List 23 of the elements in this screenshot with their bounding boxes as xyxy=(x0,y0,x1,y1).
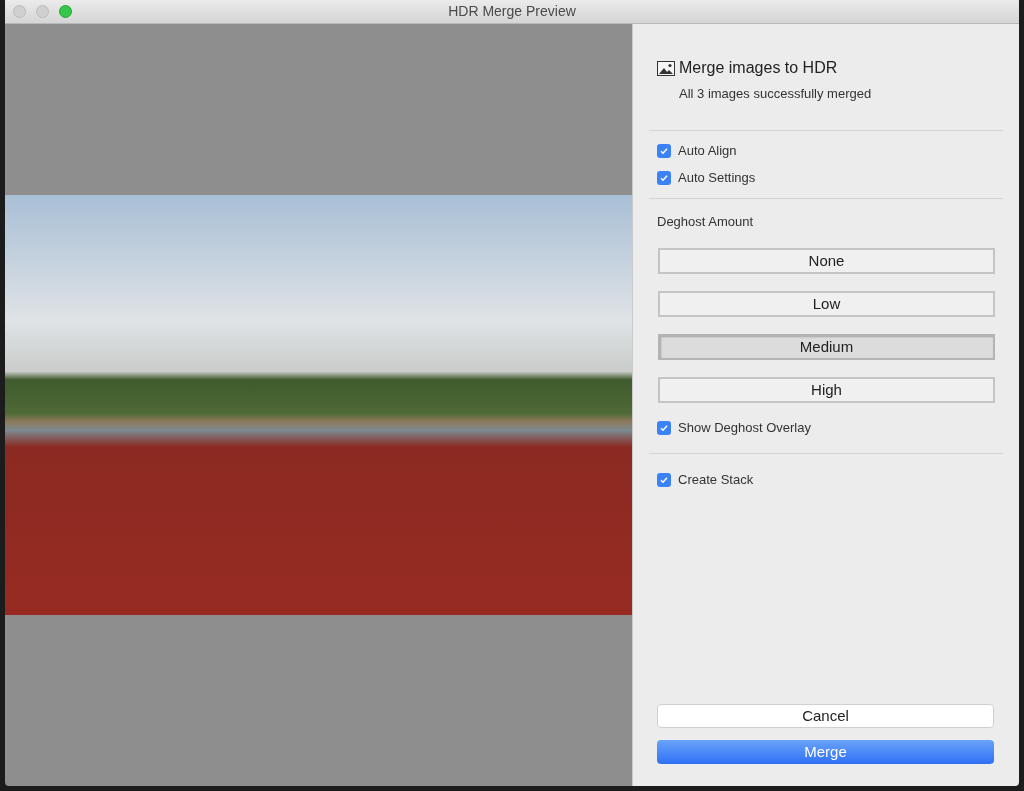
dialog-heading: Merge images to HDR xyxy=(679,58,838,78)
checkmark-icon xyxy=(659,145,669,156)
checkbox[interactable] xyxy=(657,143,671,158)
checkbox-label: Show Deghost Overlay xyxy=(678,419,811,438)
status-text: All 3 images successfully merged xyxy=(679,85,873,103)
checkmark-icon xyxy=(659,172,669,183)
checkbox-label: Create Stack xyxy=(678,471,754,490)
zoom-button[interactable] xyxy=(59,5,72,18)
image-icon xyxy=(657,60,675,76)
deghost-option[interactable]: Medium xyxy=(658,334,995,360)
checkmark-icon xyxy=(659,475,669,485)
checkbox-label: Auto Align xyxy=(678,141,737,160)
checkbox-label: Auto Settings xyxy=(678,168,756,187)
deghost-option[interactable]: Low xyxy=(658,291,995,317)
deghost-option[interactable]: None xyxy=(658,248,995,274)
checkbox[interactable] xyxy=(657,170,671,185)
deghost-option[interactable]: High xyxy=(658,377,995,403)
window-title: HDR Merge Preview xyxy=(448,2,576,21)
checkbox[interactable] xyxy=(657,421,671,435)
section-label: Deghost Amount xyxy=(657,212,755,231)
cancel-button[interactable]: Cancel xyxy=(657,704,994,728)
checkbox[interactable] xyxy=(657,473,671,487)
checkmark-icon xyxy=(659,423,669,433)
